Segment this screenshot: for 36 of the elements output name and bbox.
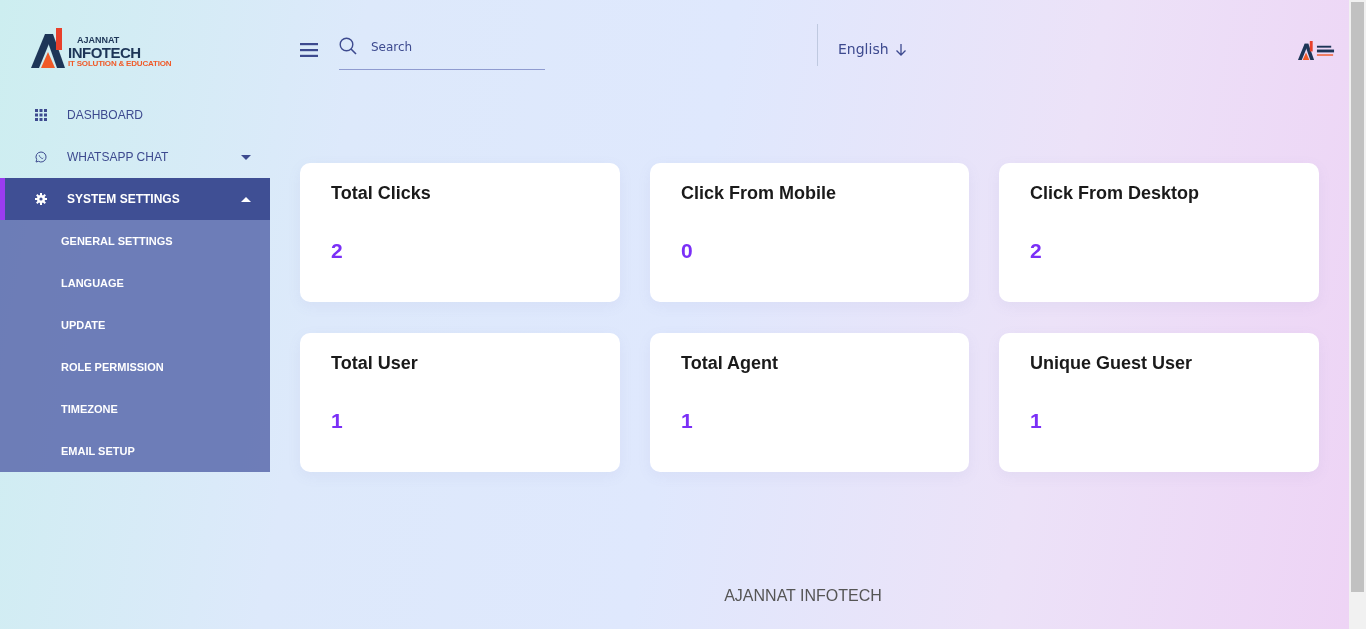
stat-title: Click From Desktop bbox=[1030, 183, 1201, 204]
sidebar-item[interactable]: SYSTEM SETTINGS bbox=[0, 178, 270, 220]
stat-value: 2 bbox=[1030, 239, 1043, 263]
brand-name: INFOTECH bbox=[68, 45, 142, 60]
sidebar-item[interactable]: WHATSAPP CHAT bbox=[0, 136, 270, 178]
stat-title: Click From Mobile bbox=[681, 183, 838, 204]
sidebar-item[interactable]: DASHBOARD bbox=[0, 94, 270, 136]
submenu-item[interactable]: LANGUAGE bbox=[0, 262, 270, 304]
logo-icon[interactable] bbox=[1297, 40, 1335, 60]
stat-title: Total User bbox=[331, 353, 419, 374]
submenu-item[interactable]: TIMEZONE bbox=[0, 388, 270, 430]
search-icon bbox=[339, 37, 357, 55]
scrollbar[interactable] bbox=[1349, 0, 1366, 629]
stat-value: 2 bbox=[331, 239, 344, 263]
brand-tagline: IT SOLUTION & EDUCATION bbox=[68, 60, 172, 68]
brand-name: AJANNAT bbox=[76, 36, 121, 45]
logo-icon bbox=[29, 28, 67, 68]
chat-bubble-icon bbox=[35, 151, 47, 163]
stat-title: Unique Guest User bbox=[1030, 353, 1194, 374]
stat-value: 1 bbox=[331, 409, 344, 433]
stat-value: 0 bbox=[681, 239, 694, 263]
menu-button[interactable] bbox=[300, 43, 318, 57]
footer-text: AJANNAT INFOTECH bbox=[724, 587, 882, 605]
submenu-item[interactable]: EMAIL SETUP bbox=[0, 430, 270, 472]
stat-value: 1 bbox=[681, 409, 694, 433]
gear-icon bbox=[35, 193, 47, 205]
stat-title: Total Agent bbox=[681, 353, 779, 374]
grid-icon bbox=[35, 109, 47, 121]
arrow-down-icon bbox=[894, 42, 907, 56]
submenu-item[interactable]: ROLE PERMISSION bbox=[0, 346, 270, 388]
language-dropdown[interactable]: English bbox=[818, 41, 907, 57]
stat-title: Total Clicks bbox=[331, 183, 432, 204]
search-field[interactable]: Search bbox=[339, 24, 545, 70]
submenu-item[interactable]: UPDATE bbox=[0, 304, 270, 346]
submenu-item[interactable]: GENERAL SETTINGS bbox=[0, 220, 270, 262]
stat-value: 1 bbox=[1030, 409, 1043, 433]
